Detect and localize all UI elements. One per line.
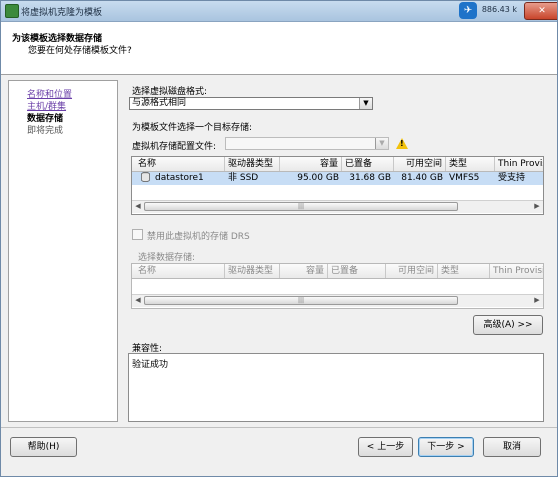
compatibility-box: 验证成功 [128, 353, 544, 422]
col-capacity[interactable]: 容量 [280, 157, 342, 171]
col-drive-type[interactable]: 驱动器类型 [225, 157, 280, 171]
scroll-right-icon[interactable]: ▶ [531, 201, 543, 212]
col-name: 名称 [132, 264, 225, 278]
col-provisioned: 已置备 [328, 264, 386, 278]
col-name[interactable]: 名称 [132, 157, 225, 171]
datastore-table: 名称 驱动器类型 容量 已置备 可用空间 类型 Thin Provis data… [131, 156, 544, 215]
wizard-steps: 名称和位置 主机/群集 数据存储 即将完成 [8, 80, 118, 422]
scroll-left-icon[interactable]: ◀ [132, 295, 144, 306]
storage-profile-label: 虚拟机存储配置文件: [132, 142, 217, 152]
bird-icon: ✈ [459, 2, 477, 19]
col-thin: Thin Provisi [490, 264, 543, 278]
cell-drive-type: 非 SSD [228, 173, 259, 183]
next-button[interactable]: 下一步 > [418, 437, 474, 457]
select-datastore-label: 选择数据存储: [138, 253, 196, 263]
cell-type: VMFS5 [449, 173, 480, 183]
cell-name: datastore1 [155, 173, 204, 183]
app-icon [5, 4, 19, 18]
col-provisioned[interactable]: 已置备 [342, 157, 394, 171]
wizard-header: 为该模板选择数据存储 您要在何处存储模板文件? [1, 22, 557, 75]
chevron-down-icon: ▼ [359, 98, 372, 109]
table-header: 名称 驱动器类型 容量 已置备 可用空间 类型 Thin Provisi [132, 264, 543, 279]
table-header: 名称 驱动器类型 容量 已置备 可用空间 类型 Thin Provis [132, 157, 543, 172]
warning-icon: ! [396, 138, 408, 149]
target-storage-label: 为模板文件选择一个目标存储: [132, 123, 253, 133]
scroll-right-icon[interactable]: ▶ [531, 295, 543, 306]
cell-capacity: 95.00 GB [297, 173, 339, 183]
col-free: 可用空间 [386, 264, 438, 278]
titlebar-extra: 886.43 k [481, 5, 517, 14]
step-ready-complete: 即将完成 [27, 126, 64, 136]
close-button[interactable]: ✕ [524, 2, 557, 20]
page-subtitle: 您要在何处存储模板文件? [28, 46, 132, 56]
table-row[interactable]: datastore1 非 SSD 95.00 GB 31.68 GB 81.40… [132, 172, 543, 185]
window-title: 将虚拟机克隆为模板 [21, 8, 103, 18]
select-datastore-table: 名称 驱动器类型 容量 已置备 可用空间 类型 Thin Provisi ◀ |… [131, 263, 544, 309]
col-capacity: 容量 [280, 264, 328, 278]
cell-free: 81.40 GB [401, 173, 443, 183]
cancel-button[interactable]: 取消 [483, 437, 541, 457]
disk-format-value: 与源格式相同 [132, 98, 187, 108]
help-button[interactable]: 帮助(H) [10, 437, 77, 457]
col-drive-type: 驱动器类型 [225, 264, 280, 278]
disk-format-label: 选择虚拟磁盘格式: [132, 87, 208, 97]
select-datastore-scrollbar[interactable]: ◀ ||| ▶ [132, 294, 543, 307]
scrollbar-thumb[interactable]: ||| [144, 296, 458, 305]
title-bar[interactable]: 将虚拟机克隆为模板 ✈ 886.43 k ✕ [1, 1, 557, 22]
back-button[interactable]: < 上一步 [358, 437, 413, 457]
disable-drs-checkbox[interactable] [132, 229, 143, 240]
disk-format-select[interactable]: 与源格式相同 ▼ [129, 97, 373, 110]
disable-drs-label: 禁用此虚拟机的存储 DRS [147, 232, 250, 242]
clone-to-template-dialog: 将虚拟机克隆为模板 ✈ 886.43 k ✕ 为该模板选择数据存储 您要在何处存… [0, 0, 558, 477]
col-type: 类型 [438, 264, 490, 278]
compatibility-value: 验证成功 [132, 360, 169, 370]
chevron-down-icon: ▼ [375, 138, 388, 149]
datastore-icon [138, 172, 152, 185]
storage-profile-select[interactable]: ▼ [225, 137, 389, 150]
scroll-left-icon[interactable]: ◀ [132, 201, 144, 212]
advanced-button[interactable]: 高级(A) >> [473, 315, 543, 335]
footer-divider [1, 427, 557, 428]
scrollbar-thumb[interactable]: ||| [144, 202, 458, 211]
col-type[interactable]: 类型 [446, 157, 495, 171]
cell-provisioned: 31.68 GB [349, 173, 391, 183]
col-thin[interactable]: Thin Provis [495, 157, 543, 171]
cell-thin: 受支持 [498, 173, 526, 183]
datastore-table-scrollbar[interactable]: ◀ ||| ▶ [132, 200, 543, 213]
col-free[interactable]: 可用空间 [394, 157, 446, 171]
